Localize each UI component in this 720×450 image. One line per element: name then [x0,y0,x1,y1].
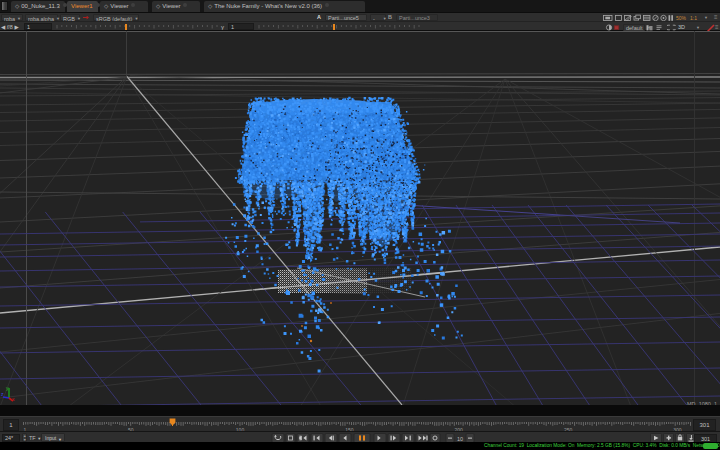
svg-text:10: 10 [457,436,463,442]
